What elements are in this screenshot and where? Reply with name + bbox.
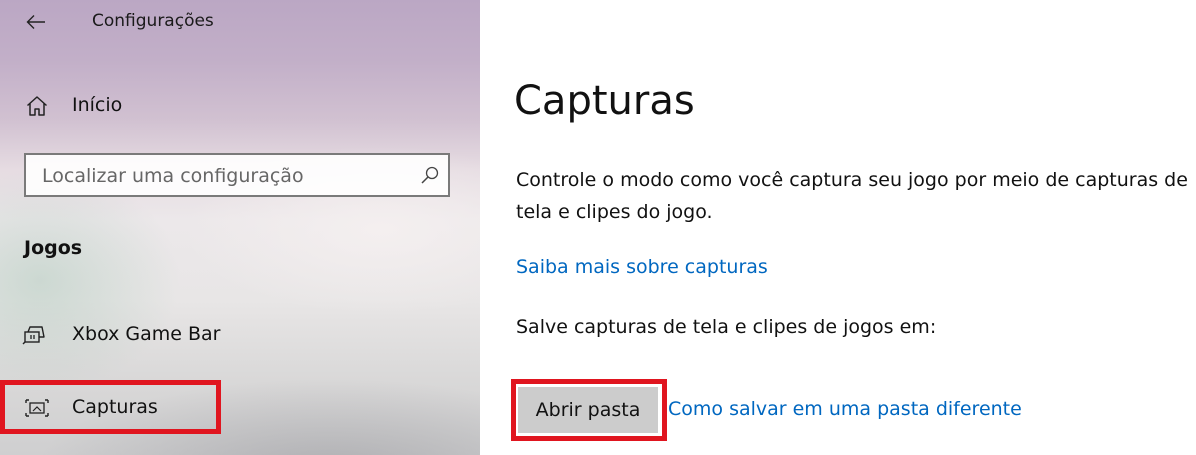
- search-input[interactable]: [42, 163, 412, 189]
- home-icon: [25, 94, 49, 118]
- sidebar-item-label: Xbox Game Bar: [72, 323, 221, 345]
- learn-more-link[interactable]: Saiba mais sobre capturas: [516, 256, 768, 278]
- sidebar-item-label: Início: [72, 94, 123, 116]
- sidebar-item-label: Capturas: [72, 396, 158, 418]
- description-line: Controle o modo como você captura seu jo…: [516, 169, 1188, 191]
- sidebar: Configurações Início Jogos: [0, 0, 480, 455]
- sidebar-item-capturas[interactable]: Capturas: [0, 386, 480, 430]
- sidebar-item-xbox-game-bar[interactable]: Xbox Game Bar: [0, 313, 480, 357]
- back-arrow-icon[interactable]: [22, 8, 50, 36]
- captures-icon: [24, 396, 50, 420]
- description-line: tela e clipes do jogo.: [516, 201, 713, 223]
- open-folder-button[interactable]: Abrir pasta: [518, 387, 658, 433]
- save-location-text: Salve capturas de tela e clipes de jogos…: [516, 316, 937, 338]
- search-icon[interactable]: [420, 165, 440, 185]
- page-title: Capturas: [514, 78, 695, 124]
- main-content: Capturas Controle o modo como você captu…: [480, 0, 1196, 455]
- app-title: Configurações: [92, 11, 214, 31]
- xbox-game-bar-icon: [22, 323, 48, 347]
- sidebar-item-home[interactable]: Início: [0, 84, 480, 128]
- page-description: Controle o modo como você captura seu jo…: [516, 164, 1196, 228]
- search-box: [24, 153, 450, 197]
- different-folder-link[interactable]: Como salvar em uma pasta diferente: [668, 398, 1022, 420]
- section-heading: Jogos: [24, 237, 83, 259]
- settings-window: Configurações Início Jogos: [0, 0, 1196, 455]
